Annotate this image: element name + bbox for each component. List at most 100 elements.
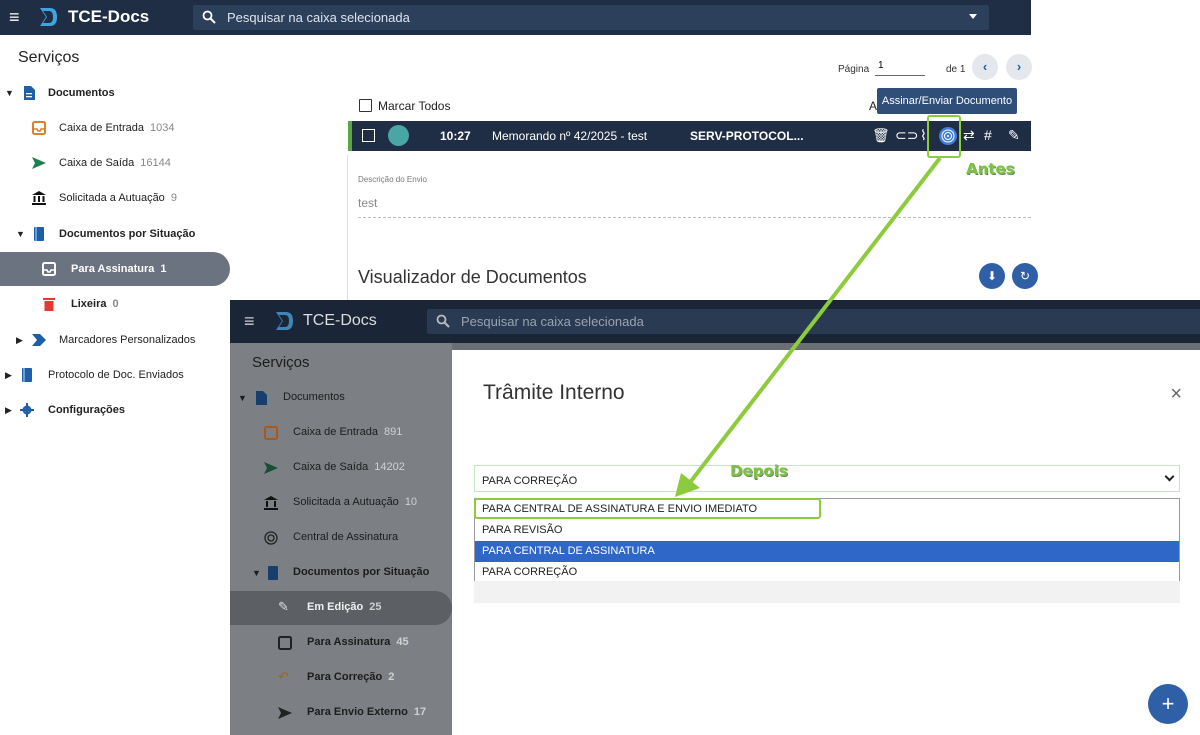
sidebar-item-label: Caixa de Entrada 1034 bbox=[59, 122, 175, 134]
select-all-checkbox[interactable] bbox=[359, 99, 372, 112]
send-icon bbox=[278, 707, 292, 719]
sidebar-item-para-correcao[interactable]: ↶ Para Correção 2 bbox=[230, 661, 452, 695]
caret-down-icon[interactable]: ▼ bbox=[238, 393, 247, 403]
select-value: PARA CORREÇÃO bbox=[482, 475, 578, 487]
sidebar-item-caixa-entrada[interactable]: Caixa de Entrada 1034 bbox=[0, 111, 230, 145]
menu-icon[interactable]: ≡ bbox=[9, 8, 20, 26]
document-icon bbox=[24, 86, 35, 100]
sidebar-item-configuracoes[interactable]: ▶ Configurações bbox=[0, 393, 230, 427]
sidebar-item-documentos[interactable]: ▼ Documentos bbox=[0, 76, 230, 110]
swap-icon[interactable]: ⇄ bbox=[963, 127, 975, 144]
sidebar-item-caixa-entrada[interactable]: Caixa de Entrada 891 bbox=[230, 416, 452, 450]
sidebar-item-solicitada-autuacao[interactable]: Solicitada a Autuação 9 bbox=[0, 181, 230, 215]
sidebar-item-label: Caixa de Entrada 891 bbox=[293, 426, 403, 438]
description-label: Descrição do Envio bbox=[358, 175, 427, 184]
link-icon[interactable]: ⊂⊃ bbox=[895, 127, 918, 144]
page-label: Página bbox=[838, 64, 870, 75]
search-icon bbox=[202, 10, 216, 24]
inbox-icon bbox=[264, 426, 278, 440]
count-badge: 16144 bbox=[140, 157, 171, 169]
sidebar-item-envio-externo[interactable]: Para Envio Externo 17 bbox=[230, 696, 452, 730]
caret-down-icon[interactable]: ▼ bbox=[252, 568, 261, 578]
divider bbox=[358, 217, 1031, 218]
caret-right-icon[interactable]: ▶ bbox=[5, 405, 12, 416]
count-badge: 1 bbox=[160, 263, 167, 275]
search-input[interactable]: Pesquisar na caixa selecionada bbox=[427, 309, 1200, 334]
sidebar-title: Serviços bbox=[252, 354, 310, 371]
count-badge: 2 bbox=[388, 671, 395, 683]
download-button[interactable]: ⬇ bbox=[979, 263, 1005, 289]
sidebar-item-documentos-situacao[interactable]: ▼ Documentos por Situação bbox=[230, 556, 452, 590]
bank-icon bbox=[32, 191, 46, 205]
sidebar-item-lixeira[interactable]: Lixeira 0 bbox=[0, 287, 230, 321]
search-placeholder: Pesquisar na caixa selecionada bbox=[227, 10, 410, 25]
sidebar: Serviços ▼ Documentos Caixa de Entrada 891… bbox=[230, 343, 452, 735]
edit-icon: ✎ bbox=[278, 599, 289, 614]
trash-icon[interactable]: 🗑 bbox=[872, 127, 890, 144]
sidebar-item-central-assinatura[interactable]: Central de Assinatura bbox=[230, 521, 452, 555]
search-icon bbox=[436, 314, 450, 328]
count-badge: 9 bbox=[170, 192, 177, 204]
sidebar-item-label: Para Assinatura 45 bbox=[307, 636, 409, 648]
close-icon[interactable]: × bbox=[1170, 383, 1182, 406]
sidebar-item-label: Configurações bbox=[48, 404, 126, 416]
sidebar-item-label: Central de Assinatura bbox=[293, 531, 399, 543]
undo-icon: ↶ bbox=[278, 669, 289, 684]
sidebar-item-solicitada-autuacao[interactable]: Solicitada a Autuação 10 bbox=[230, 486, 452, 520]
sign-send-tooltip: Assinar/Enviar Documento bbox=[877, 88, 1017, 114]
edit-icon[interactable]: ✎ bbox=[1008, 127, 1020, 144]
sidebar-item-para-assinatura[interactable]: Para Assinatura 45 bbox=[230, 626, 452, 660]
caret-right-icon[interactable]: ▶ bbox=[5, 370, 12, 381]
count-badge: 25 bbox=[369, 601, 382, 613]
sidebar-item-caixa-saida[interactable]: Caixa de Saída 16144 bbox=[0, 146, 230, 180]
refresh-button[interactable]: ↻ bbox=[1012, 263, 1038, 289]
caret-down-icon[interactable]: ▼ bbox=[5, 88, 14, 98]
option-revisao[interactable]: PARA REVISÃO bbox=[475, 520, 1179, 541]
sidebar-item-documentos[interactable]: ▼ Documentos bbox=[230, 381, 452, 415]
next-page-button[interactable]: › bbox=[1006, 54, 1032, 80]
highlight-box-before bbox=[927, 115, 961, 158]
dialog-title: Trâmite Interno bbox=[483, 381, 625, 404]
add-button[interactable]: + bbox=[1148, 684, 1188, 724]
caret-down-icon[interactable]: ▼ bbox=[16, 229, 25, 239]
viewer-title: Visualizador de Documentos bbox=[358, 267, 587, 287]
option-central-assinatura[interactable]: PARA CENTRAL DE ASSINATURA bbox=[475, 541, 1179, 562]
select-all-label: Marcar Todos bbox=[378, 99, 451, 113]
grid-icon[interactable]: # bbox=[984, 127, 992, 143]
sidebar-item-label: Documentos por Situação bbox=[59, 228, 196, 240]
sidebar-item-label: Marcadores Personalizados bbox=[59, 334, 196, 346]
brand-title: TCE-Docs bbox=[303, 312, 377, 329]
page-number-input[interactable]: 1 bbox=[875, 60, 925, 76]
brand-title: TCE-Docs bbox=[68, 7, 150, 26]
screenshot-composite: ≡ TCE-Docs Pesquisar na caixa selecionad… bbox=[0, 0, 1200, 735]
menu-icon[interactable]: ≡ bbox=[244, 312, 255, 330]
bank-icon bbox=[264, 496, 278, 510]
sidebar-item-label: Documentos por Situação bbox=[293, 566, 430, 578]
sidebar-item-protocolo[interactable]: ▶ Protocolo de Doc. Enviados bbox=[0, 358, 230, 392]
row-checkbox[interactable] bbox=[362, 129, 375, 142]
dialog-field-area bbox=[474, 581, 1180, 603]
sidebar-item-para-assinatura[interactable]: Para Assinatura 1 bbox=[0, 252, 230, 286]
avatar bbox=[388, 125, 409, 146]
label-icon bbox=[32, 334, 46, 346]
sidebar-item-label: Em Edição 25 bbox=[307, 601, 382, 613]
annotation-before: Antes bbox=[966, 160, 1015, 178]
search-input[interactable]: Pesquisar na caixa selecionada bbox=[193, 5, 989, 30]
book-icon bbox=[22, 368, 32, 382]
destination-select[interactable]: PARA CORREÇÃO bbox=[474, 465, 1180, 492]
caret-right-icon[interactable]: ▶ bbox=[16, 335, 23, 346]
attachment-icon[interactable]: ⌇ bbox=[920, 127, 927, 144]
divider bbox=[347, 155, 348, 300]
count-badge: 1034 bbox=[150, 122, 175, 134]
highlight-box-after bbox=[474, 498, 821, 519]
sidebar-item-em-edicao[interactable]: ✎ Em Edição 25 bbox=[230, 591, 452, 625]
option-correcao[interactable]: PARA CORREÇÃO bbox=[475, 562, 1179, 583]
sidebar-item-caixa-saida[interactable]: Caixa de Saída 14202 bbox=[230, 451, 452, 485]
sidebar-item-marcadores[interactable]: ▶ Marcadores Personalizados bbox=[0, 323, 230, 357]
book-icon bbox=[268, 566, 278, 580]
sidebar-item-documentos-situacao[interactable]: ▼ Documentos por Situação bbox=[0, 217, 230, 251]
prev-page-button[interactable]: ‹ bbox=[972, 54, 998, 80]
book-icon bbox=[34, 227, 44, 241]
count-badge: 45 bbox=[396, 636, 409, 648]
search-dropdown-icon[interactable] bbox=[969, 14, 977, 19]
